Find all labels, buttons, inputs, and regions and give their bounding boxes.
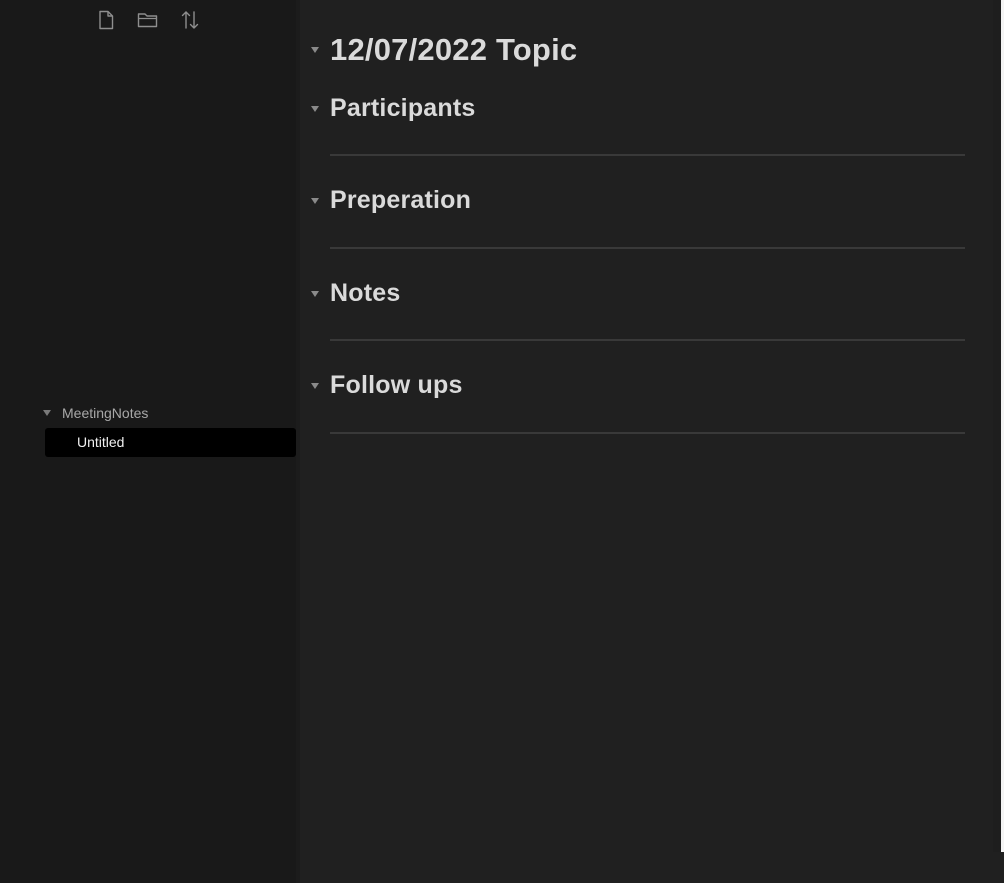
fold-caret-icon[interactable] [310,197,320,205]
sidebar-toolbar [0,0,296,40]
file-label: Untitled [77,434,125,450]
horizontal-rule [330,154,965,156]
file-tree: MeetingNotes Untitled [0,400,296,457]
horizontal-rule [330,432,965,434]
page-title[interactable]: 12/07/2022 Topic [330,32,577,68]
new-folder-icon [137,13,158,28]
section-heading[interactable]: Follow ups [330,371,463,400]
fold-caret-icon[interactable] [310,105,320,113]
fold-caret-icon[interactable] [310,46,320,54]
fold-caret-icon[interactable] [310,290,320,298]
section-heading[interactable]: Participants [330,94,476,123]
horizontal-rule [330,339,965,341]
section-heading[interactable]: Notes [330,279,400,308]
note-editor[interactable]: 12/07/2022 Topic Participants Preperatio… [300,0,993,883]
fold-caret-icon[interactable] [310,382,320,390]
horizontal-rule [330,247,965,249]
file-item-untitled[interactable]: Untitled [45,428,296,457]
folder-label: MeetingNotes [62,405,149,421]
folder-item-meetingnotes[interactable]: MeetingNotes [0,400,296,426]
new-note-icon [99,10,114,30]
file-explorer-sidebar: MeetingNotes Untitled [0,0,296,883]
new-folder-button[interactable] [136,8,160,32]
section-heading[interactable]: Preperation [330,186,471,215]
sort-icon [181,11,199,29]
sort-button[interactable] [178,8,202,32]
caret-down-icon[interactable] [42,409,52,417]
app-window: MeetingNotes Untitled 12/07/2022 Topic P… [0,0,1004,883]
new-note-button[interactable] [94,8,118,32]
